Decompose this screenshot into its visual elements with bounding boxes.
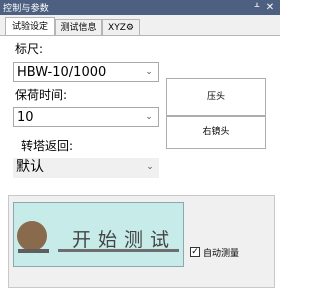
tab-test-info[interactable]: 测试信息 (55, 19, 102, 35)
dwell-time-value: 10 (17, 110, 34, 125)
tab-bar: 试验设定 测试信息 XYZ⚙ (0, 15, 280, 36)
turret-return-select[interactable]: 默认 ⌄ (13, 158, 159, 178)
chevron-down-icon: ⌄ (145, 67, 153, 77)
auto-measure-label: 自动测量 (203, 249, 240, 259)
indenter-button[interactable]: 压头 (166, 78, 266, 116)
pin-icon[interactable]: ᚆ (252, 0, 262, 15)
auto-measure-checkbox[interactable]: ✓ (190, 247, 200, 257)
scale-value: HBW-10/1000 (17, 65, 107, 80)
dwell-time-select[interactable]: 10 ⌄ (13, 107, 159, 127)
chevron-down-icon: ⌄ (146, 162, 154, 172)
chevron-down-icon: ⌄ (145, 112, 153, 122)
indenter-ball-icon (17, 221, 47, 251)
right-lens-button[interactable]: 右镜头 (166, 116, 266, 149)
panel-title: 控制与参数 (3, 4, 50, 14)
scale-select[interactable]: HBW-10/1000 ⌄ (13, 62, 159, 82)
panel-titlebar: 控制与参数 ᚆ ✕ (0, 0, 280, 15)
tab-xyz[interactable]: XYZ⚙ (102, 19, 140, 35)
turret-return-label: 转塔返回: (21, 139, 74, 153)
control-parameters-panel: 控制与参数 ᚆ ✕ 试验设定 测试信息 XYZ⚙ 标尺: HBW-10/1000… (0, 0, 280, 289)
dwell-time-label: 保荷时间: (15, 88, 68, 102)
close-icon[interactable]: ✕ (265, 0, 275, 15)
tab-test-settings[interactable]: 试验设定 (5, 17, 55, 35)
start-test-label: 开始测试 (72, 229, 177, 251)
turret-return-value: 默认 (16, 159, 44, 175)
ball-base-bar (18, 249, 49, 253)
scale-label: 标尺: (15, 42, 44, 56)
